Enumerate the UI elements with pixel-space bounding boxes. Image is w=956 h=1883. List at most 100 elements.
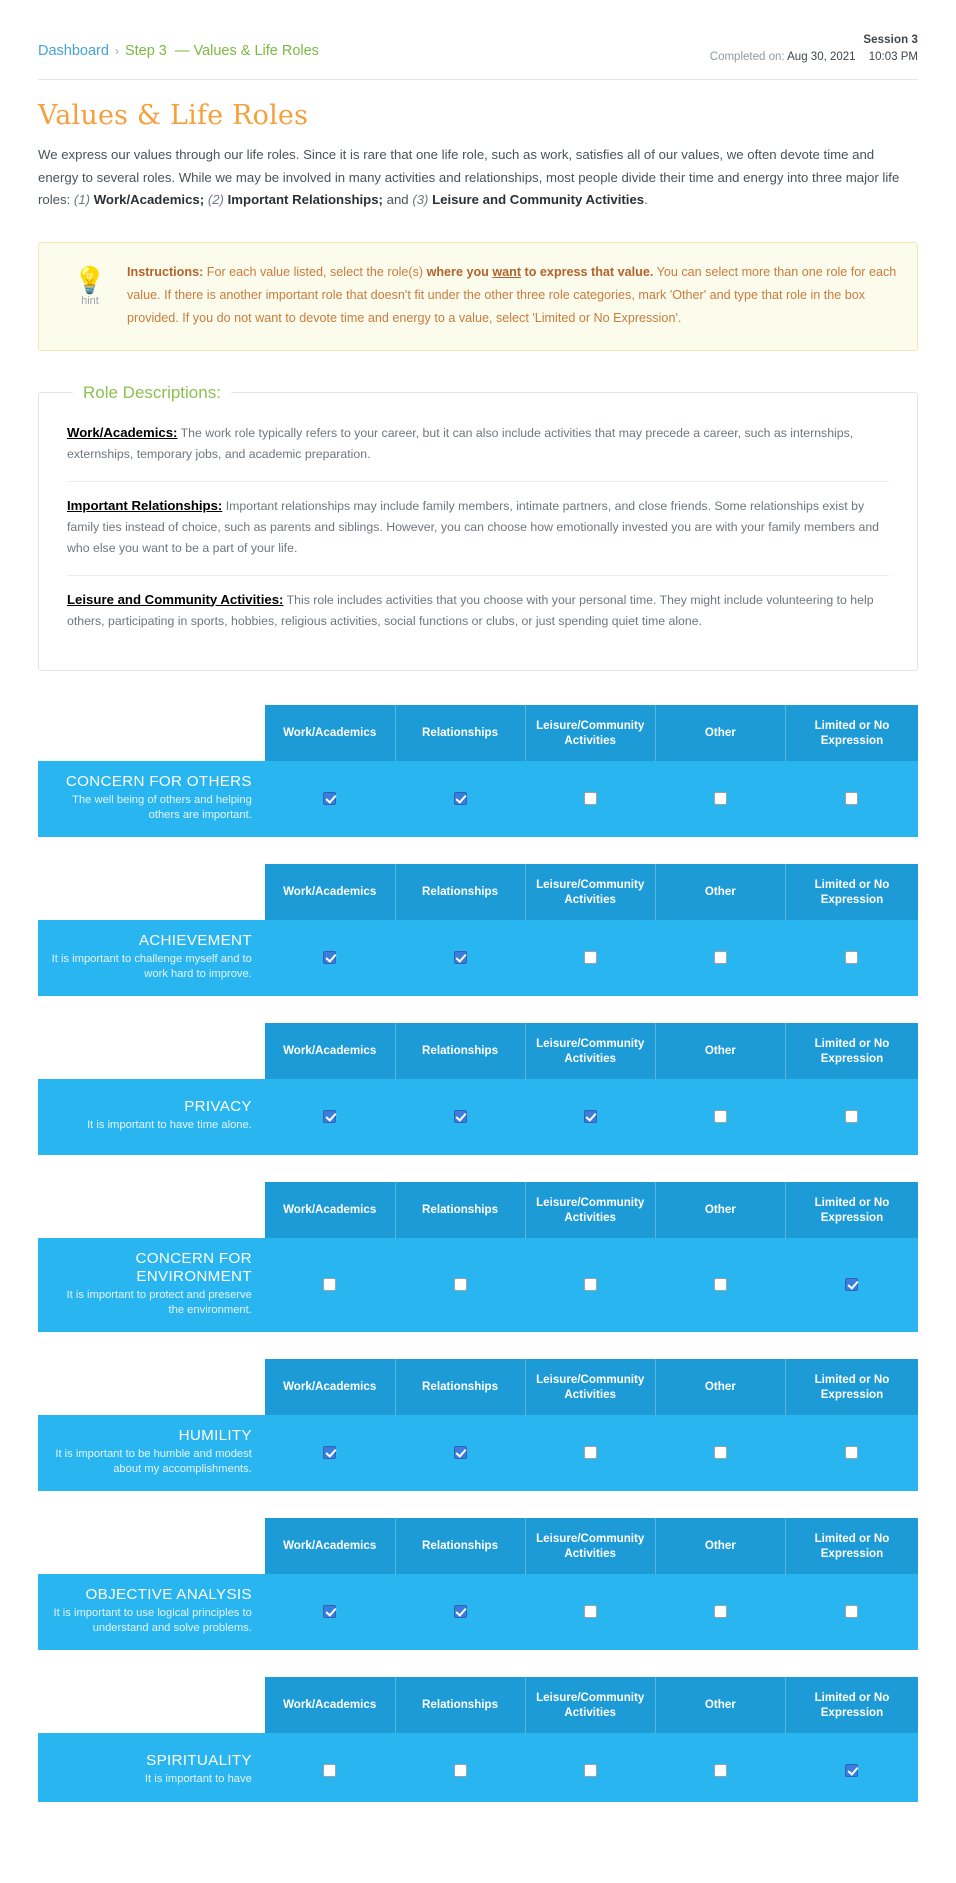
checkbox-unchecked-icon[interactable] [845,791,859,805]
checkbox-unchecked-icon[interactable] [583,1277,597,1291]
checkbox-cell[interactable] [395,1414,526,1491]
checkbox-cell[interactable] [264,1078,395,1155]
completed-label: Completed on: [709,51,785,63]
checkbox-cell[interactable] [785,1732,918,1802]
role-head: Work/Academics: [67,424,178,440]
checkbox-cell[interactable] [785,919,918,996]
checkbox-cell[interactable] [525,1078,656,1155]
checkbox-cell[interactable] [264,1414,395,1491]
header-blank-cell [38,1358,265,1415]
checkbox-checked-icon[interactable] [323,1604,337,1618]
checkbox-checked-icon[interactable] [323,791,337,805]
table-row: SPIRITUALITY It is important to have [38,1732,918,1802]
checkbox-cell[interactable] [395,1237,526,1332]
checkbox-cell[interactable] [785,1573,918,1650]
checkbox-checked-icon[interactable] [323,1109,337,1123]
checkbox-checked-icon[interactable] [453,1109,467,1123]
checkbox-cell[interactable] [525,760,656,837]
checkbox-cell[interactable] [264,1732,395,1802]
value-table: Work/Academics Relationships Leisure/Commu… [38,1022,918,1155]
checkbox-cell[interactable] [655,1414,786,1491]
checkbox-unchecked-icon[interactable] [583,791,597,805]
value-card: Work/Academics Relationships Leisure/Commu… [38,1358,918,1491]
checkbox-unchecked-icon[interactable] [583,1763,597,1777]
checkbox-checked-icon[interactable] [453,791,467,805]
checkbox-unchecked-icon[interactable] [323,1277,337,1291]
checkbox-checked-icon[interactable] [453,950,467,964]
instructions-b2: to express that value. [521,264,654,279]
checkbox-cell[interactable] [264,760,395,837]
checkbox-checked-icon[interactable] [845,1763,859,1777]
checkbox-cell[interactable] [264,1573,395,1650]
intro-period: . [644,192,648,207]
checkbox-unchecked-icon[interactable] [713,791,727,805]
checkbox-unchecked-icon[interactable] [323,1763,337,1777]
checkbox-unchecked-icon[interactable] [845,1109,859,1123]
checkbox-checked-icon[interactable] [323,1445,337,1459]
breadcrumb-dashboard-link[interactable]: Dashboard [38,43,109,59]
checkbox-cell[interactable] [395,1078,526,1155]
checkbox-cell[interactable] [655,1237,786,1332]
checkbox-cell[interactable] [264,1237,395,1332]
checkbox-cell[interactable] [525,1414,656,1491]
checkbox-cell[interactable] [655,919,786,996]
checkbox-checked-icon[interactable] [323,950,337,964]
column-header-1: Work/Academics [264,704,396,761]
checkbox-unchecked-icon[interactable] [713,1445,727,1459]
checkbox-cell[interactable] [525,919,656,996]
checkbox-unchecked-icon[interactable] [713,1109,727,1123]
checkbox-unchecked-icon[interactable] [845,950,859,964]
column-header-5: Limited or No Expression [785,1676,918,1733]
column-header-3: Leisure/Community Activities [525,704,656,761]
checkbox-cell[interactable] [655,1573,786,1650]
column-header-2: Relationships [395,863,526,920]
column-header-3: Leisure/Community Activities [525,1517,656,1574]
checkbox-cell[interactable] [264,919,395,996]
column-header-1: Work/Academics [264,1181,396,1238]
checkbox-unchecked-icon[interactable] [713,1277,727,1291]
column-header-3: Leisure/Community Activities [525,863,656,920]
checkbox-unchecked-icon[interactable] [453,1277,467,1291]
checkbox-checked-icon[interactable] [845,1277,859,1291]
checkbox-unchecked-icon[interactable] [713,1604,727,1618]
checkbox-unchecked-icon[interactable] [453,1763,467,1777]
checkbox-unchecked-icon[interactable] [583,1604,597,1618]
table-header-row: Work/Academics Relationships Leisure/Commu… [38,1022,918,1079]
checkbox-cell[interactable] [395,1573,526,1650]
checkbox-checked-icon[interactable] [453,1445,467,1459]
table-row: CONCERN FOR OTHERS The well being of othe… [38,760,918,837]
column-header-2: Relationships [395,1676,526,1733]
checkbox-checked-icon[interactable] [583,1109,597,1123]
checkbox-cell[interactable] [655,760,786,837]
checkbox-unchecked-icon[interactable] [583,950,597,964]
checkbox-cell[interactable] [395,1732,526,1802]
checkbox-cell[interactable] [785,1078,918,1155]
breadcrumb-separator-icon: › [114,44,119,58]
session-title: Session 3 [863,34,918,46]
checkbox-cell[interactable] [395,919,526,996]
page-root: Dashboard › Step 3 — Values & Life Roles S… [0,0,956,1802]
role-body: The work role typically refers to your c… [67,425,854,461]
instructions-box: 💡 hint Instructions: For each value list… [38,241,918,351]
checkbox-unchecked-icon[interactable] [583,1445,597,1459]
instructions-t1: For each value listed, select the role(s… [203,264,427,279]
checkbox-unchecked-icon[interactable] [713,1763,727,1777]
checkbox-cell[interactable] [525,1237,656,1332]
checkbox-unchecked-icon[interactable] [713,950,727,964]
breadcrumb-title: — Values & Life Roles [174,43,319,59]
checkbox-unchecked-icon[interactable] [845,1445,859,1459]
checkbox-cell[interactable] [655,1732,786,1802]
value-cards-list: Work/Academics Relationships Leisure/Commu… [38,704,918,1802]
checkbox-unchecked-icon[interactable] [845,1604,859,1618]
checkbox-cell[interactable] [525,1573,656,1650]
checkbox-checked-icon[interactable] [453,1604,467,1618]
header-blank-cell [38,1181,265,1238]
breadcrumb-step: Step 3 [124,43,167,59]
checkbox-cell[interactable] [655,1078,786,1155]
checkbox-cell[interactable] [525,1732,656,1802]
checkbox-cell[interactable] [785,1237,918,1332]
table-header-row: Work/Academics Relationships Leisure/Commu… [38,1517,918,1574]
checkbox-cell[interactable] [785,760,918,837]
checkbox-cell[interactable] [395,760,526,837]
checkbox-cell[interactable] [785,1414,918,1491]
